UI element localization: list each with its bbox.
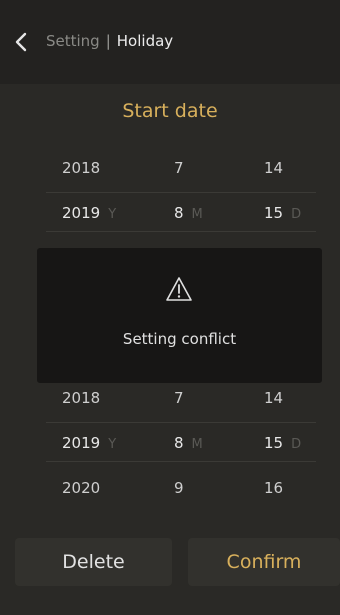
page-title: Holiday [116,32,174,50]
start-date-row[interactable]: 2018 7 14 [46,148,316,188]
back-button[interactable] [10,30,38,54]
day-unit: D [291,207,302,222]
month-unit: M [191,207,203,222]
end-day-value: 16 [264,479,284,497]
breadcrumb: Setting | Holiday [46,31,173,51]
end-day-value: 14 [264,389,284,407]
end-month-value: 9 [174,479,184,497]
end-month-selected: 8 [174,434,184,452]
start-date-title: Start date [122,100,218,122]
year-unit: Y [108,207,117,222]
conflict-dialog: Setting conflict [37,248,322,383]
end-day-selected: 15 [264,434,284,452]
start-month-value: 7 [174,159,184,177]
chevron-left-icon [15,32,27,52]
end-date-row[interactable]: 2018 7 14 [46,378,316,418]
year-unit: Y [108,437,117,452]
start-year-selected: 2019 [62,204,101,222]
start-date-selected-row[interactable]: 2019 Y 8M 15 D [46,192,316,232]
top-bar: Setting | Holiday [0,0,340,84]
end-year-selected: 2019 [62,434,101,452]
month-unit: M [191,437,203,452]
start-month-selected: 8 [174,204,184,222]
day-unit: D [291,437,302,452]
conflict-message: Setting conflict [122,330,237,348]
start-day-selected: 15 [264,204,284,222]
start-day-value: 14 [264,159,284,177]
end-date-selected-row[interactable]: 2019 Y 8M 15 D [46,422,316,462]
warning-icon [166,277,192,301]
confirm-button[interactable]: Confirm [188,538,340,586]
start-year-value: 2018 [62,159,101,177]
end-date-row[interactable]: 2020 9 16 [46,468,316,508]
delete-button[interactable]: Delete [15,538,172,586]
breadcrumb-parent[interactable]: Setting [46,32,100,50]
end-month-value: 7 [174,389,184,407]
breadcrumb-separator: | [105,32,111,50]
end-year-value: 2020 [62,479,101,497]
end-year-value: 2018 [62,389,101,407]
